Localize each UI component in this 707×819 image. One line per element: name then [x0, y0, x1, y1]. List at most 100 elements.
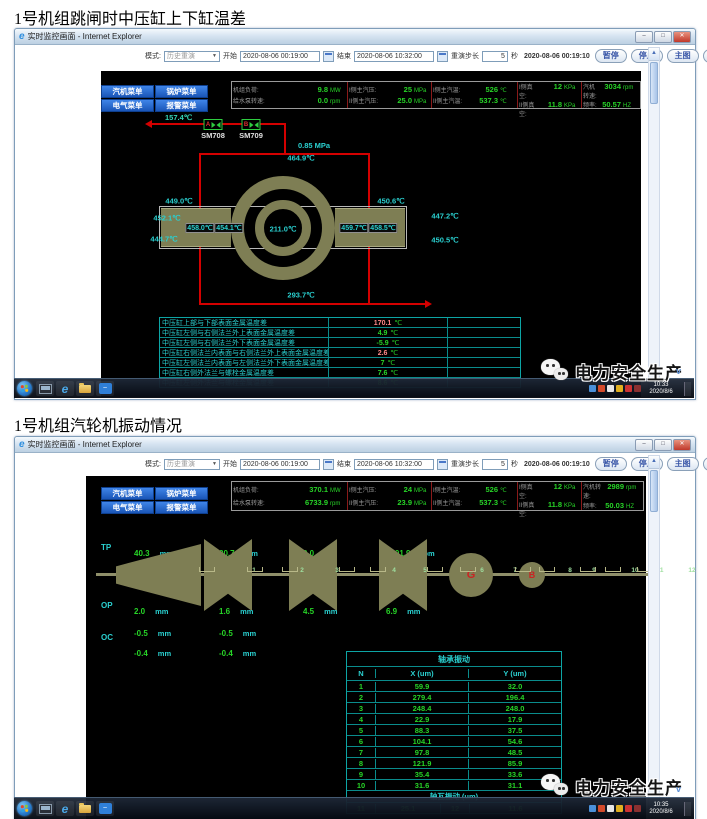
- replay-button[interactable]: 主图: [667, 457, 699, 471]
- watermark: 电力安全生产: [541, 773, 683, 799]
- taskbar-clock[interactable]: 10:35 2020/8/6: [643, 802, 679, 816]
- start-time-input[interactable]: 2020-08-06 00:19:00: [240, 459, 320, 470]
- status-unit: KPa: [564, 85, 580, 91]
- mode-select[interactable]: 历史重演 ▼: [164, 51, 220, 62]
- start-time-input[interactable]: 2020-08-06 00:19:00: [240, 51, 320, 62]
- bearing-icon: [247, 567, 263, 572]
- mode-select[interactable]: 历史重演 ▼: [164, 459, 220, 470]
- calendar-icon[interactable]: [323, 51, 334, 62]
- end-time-input[interactable]: 2020-08-06 10:32:00: [354, 459, 434, 470]
- menu-button[interactable]: 锅炉菜单: [155, 487, 208, 500]
- inlet-temp-label: 157.4℃: [165, 113, 192, 122]
- tray-icon[interactable]: [589, 805, 596, 812]
- watermark: 电力安全生产: [541, 358, 683, 384]
- row-spacer: [447, 328, 520, 337]
- taskbar-app-display[interactable]: [36, 801, 54, 816]
- cell-x: 104.1: [376, 737, 469, 746]
- taskbar-app-blue[interactable]: ~: [96, 381, 114, 396]
- replay-button[interactable]: 主图: [667, 49, 699, 63]
- taskbar-app-ie[interactable]: e: [56, 801, 74, 816]
- maximize-button[interactable]: □: [654, 439, 672, 451]
- tray-icon[interactable]: [607, 805, 614, 812]
- tray-icon[interactable]: [634, 385, 641, 392]
- scrollbar-thumb[interactable]: [650, 470, 658, 512]
- minimize-button[interactable]: –: [635, 31, 653, 43]
- row-spacer: [447, 338, 520, 347]
- row-value: 7.6℃: [329, 369, 447, 377]
- replay-button[interactable]: 关闭: [703, 49, 707, 63]
- show-desktop-button[interactable]: [684, 802, 691, 816]
- show-desktop-button[interactable]: [684, 382, 691, 396]
- op-value: 4.5mm: [303, 601, 337, 619]
- end-time-input[interactable]: 2020-08-06 10:32:00: [354, 51, 434, 62]
- scrollbar-thumb[interactable]: [650, 62, 658, 104]
- titlebar[interactable]: e 实时监控画面 - Internet Explorer – □ ✕: [15, 437, 695, 453]
- value-unit: ℃: [392, 340, 400, 347]
- cell-n: 5: [347, 726, 376, 735]
- status-unit: ℃: [500, 87, 516, 94]
- minimize-button[interactable]: –: [635, 439, 653, 451]
- maximize-button[interactable]: □: [654, 31, 672, 43]
- menu-button[interactable]: 报警菜单: [155, 501, 208, 514]
- tray-icon[interactable]: [598, 805, 605, 812]
- tray-icon[interactable]: [589, 385, 596, 392]
- menu-button[interactable]: 汽机菜单: [101, 85, 154, 98]
- replay-button[interactable]: 关闭: [703, 457, 707, 471]
- valve-icon: [211, 122, 215, 128]
- status-value: 23.9: [390, 498, 412, 507]
- start-button[interactable]: [17, 801, 32, 816]
- status-label: II侧主汽温:: [433, 498, 476, 507]
- scroll-up-icon[interactable]: ▲: [649, 456, 659, 469]
- tray-icon[interactable]: [616, 385, 623, 392]
- close-button[interactable]: ✕: [673, 439, 691, 451]
- status-unit: rpm: [623, 85, 639, 91]
- menu-button[interactable]: 汽机菜单: [101, 487, 154, 500]
- step-input[interactable]: 5: [482, 51, 508, 62]
- step-input[interactable]: 5: [482, 459, 508, 470]
- header-n: N: [347, 669, 376, 678]
- taskbar-app-explorer[interactable]: [76, 801, 94, 816]
- replay-button[interactable]: 暂停: [595, 49, 627, 63]
- scrollbar[interactable]: ▲: [648, 47, 660, 397]
- scroll-up-icon[interactable]: ▲: [649, 48, 659, 61]
- tray-icon[interactable]: [625, 805, 632, 812]
- calendar-icon[interactable]: [437, 459, 448, 470]
- start-button[interactable]: [17, 381, 32, 396]
- tray-icon[interactable]: [607, 385, 614, 392]
- taskbar-app-blue[interactable]: ~: [96, 801, 114, 816]
- tray-icons: [589, 805, 641, 812]
- scrollbar[interactable]: ▲: [648, 455, 660, 818]
- menu-button[interactable]: 电气菜单: [101, 501, 154, 514]
- clock-date: 2020/8/6: [643, 809, 679, 816]
- tray-icon[interactable]: [634, 805, 641, 812]
- start-label: 开始: [223, 459, 237, 469]
- oc-value: -0.5mm: [134, 623, 171, 641]
- table-row: 5 88.3 37.5: [347, 725, 561, 736]
- table-row: 中压缸左侧与右侧法兰外下表面金属温度差 -5.9℃: [160, 338, 520, 348]
- chevron-down-icon: ▼: [212, 461, 217, 467]
- menu-button[interactable]: 报警菜单: [155, 99, 208, 112]
- tray-icon[interactable]: [616, 805, 623, 812]
- taskbar-app-ie[interactable]: e: [56, 381, 74, 396]
- status-value: 50.03: [602, 501, 624, 510]
- calendar-icon[interactable]: [437, 51, 448, 62]
- row-spacer: [447, 318, 520, 327]
- display-icon: [39, 384, 52, 394]
- calendar-icon[interactable]: [323, 459, 334, 470]
- tray-icon[interactable]: [598, 385, 605, 392]
- taskbar-app-display[interactable]: [36, 381, 54, 396]
- table-row: 8 121.9 85.9: [347, 758, 561, 769]
- clock-time: 10:35: [643, 802, 679, 809]
- menu-button[interactable]: 锅炉菜单: [155, 85, 208, 98]
- menu-button[interactable]: 电气菜单: [101, 99, 154, 112]
- value-number: 2.6: [378, 350, 388, 357]
- titlebar[interactable]: e 实时监控画面 - Internet Explorer – □ ✕: [15, 29, 695, 45]
- ie-window-temp-diff: e 实时监控画面 - Internet Explorer – □ ✕ 模式: 历…: [14, 28, 696, 400]
- tray-icon[interactable]: [625, 385, 632, 392]
- close-button[interactable]: ✕: [673, 31, 691, 43]
- taskbar-app-explorer[interactable]: [76, 381, 94, 396]
- replay-button[interactable]: 暂停: [595, 457, 627, 471]
- op-value: 1.6mm: [219, 601, 253, 619]
- steam-valve[interactable]: B: [242, 119, 261, 130]
- steam-valve[interactable]: A: [204, 119, 223, 130]
